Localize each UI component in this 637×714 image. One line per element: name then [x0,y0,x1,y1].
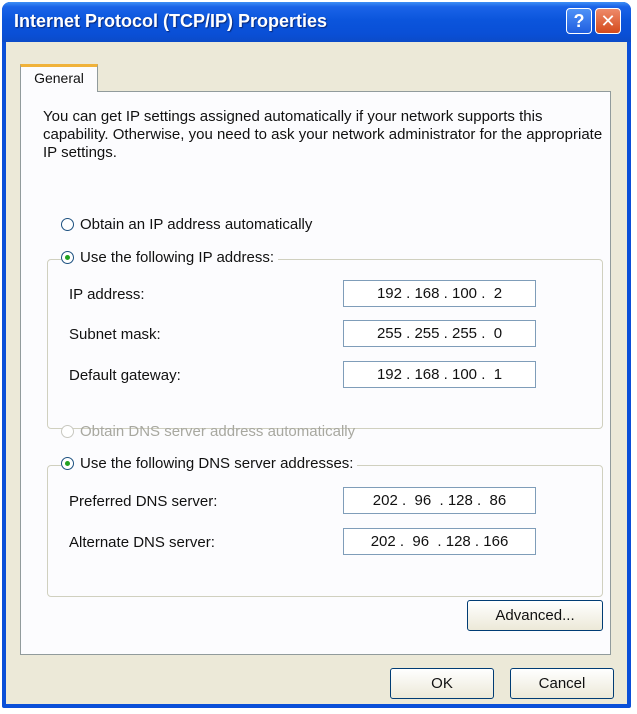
help-button[interactable]: ? [566,8,592,34]
obtain-ip-auto-radio[interactable]: Obtain an IP address automatically [61,216,312,233]
close-icon: ✕ [600,11,616,31]
alternate-dns-label: Alternate DNS server: [69,534,215,551]
obtain-dns-auto-label: Obtain DNS server address automatically [80,423,356,440]
radio-disabled-icon [61,425,74,438]
subnet-mask-input[interactable]: 255 . 255 . 255 . 0 [343,320,536,347]
default-gateway-input[interactable]: 192 . 168 . 100 . 1 [343,361,536,388]
ip-address-label: IP address: [69,286,145,303]
radio-icon [61,218,74,231]
ok-button[interactable]: OK [390,668,494,699]
help-icon: ? [573,11,585,31]
advanced-button[interactable]: Advanced... [467,600,603,631]
default-gateway-label: Default gateway: [69,367,181,384]
radio-selected-icon [61,457,74,470]
window-title: Internet Protocol (TCP/IP) Properties [14,11,328,31]
obtain-ip-auto-label: Obtain an IP address automatically [80,216,313,233]
tab-general[interactable]: General [20,64,98,92]
radio-selected-icon [61,251,74,264]
subnet-mask-label: Subnet mask: [69,326,161,343]
ip-address-input[interactable]: 192 . 168 . 100 . 2 [343,280,536,307]
alternate-dns-input[interactable]: 202 . 96 . 128 . 166 [343,528,536,555]
close-button[interactable]: ✕ [595,8,621,34]
dialog-window: Internet Protocol (TCP/IP) Properties ? … [2,2,631,708]
use-following-ip-radio[interactable]: Use the following IP address: [61,249,278,266]
use-following-dns-radio[interactable]: Use the following DNS server addresses: [61,455,358,472]
use-following-dns-label: Use the following DNS server addresses: [80,455,354,472]
title-bar[interactable]: Internet Protocol (TCP/IP) Properties ? … [2,2,631,42]
general-tab-panel: You can get IP settings assigned automat… [20,91,611,655]
dialog-client-area: General You can get IP settings assigned… [6,42,627,704]
use-following-ip-label: Use the following IP address: [80,249,274,266]
cancel-button[interactable]: Cancel [510,668,614,699]
preferred-dns-input[interactable]: 202 . 96 . 128 . 86 [343,487,536,514]
intro-text: You can get IP settings assigned automat… [43,108,603,161]
obtain-dns-auto-radio[interactable]: Obtain DNS server address automatically [61,423,355,440]
preferred-dns-label: Preferred DNS server: [69,493,218,510]
